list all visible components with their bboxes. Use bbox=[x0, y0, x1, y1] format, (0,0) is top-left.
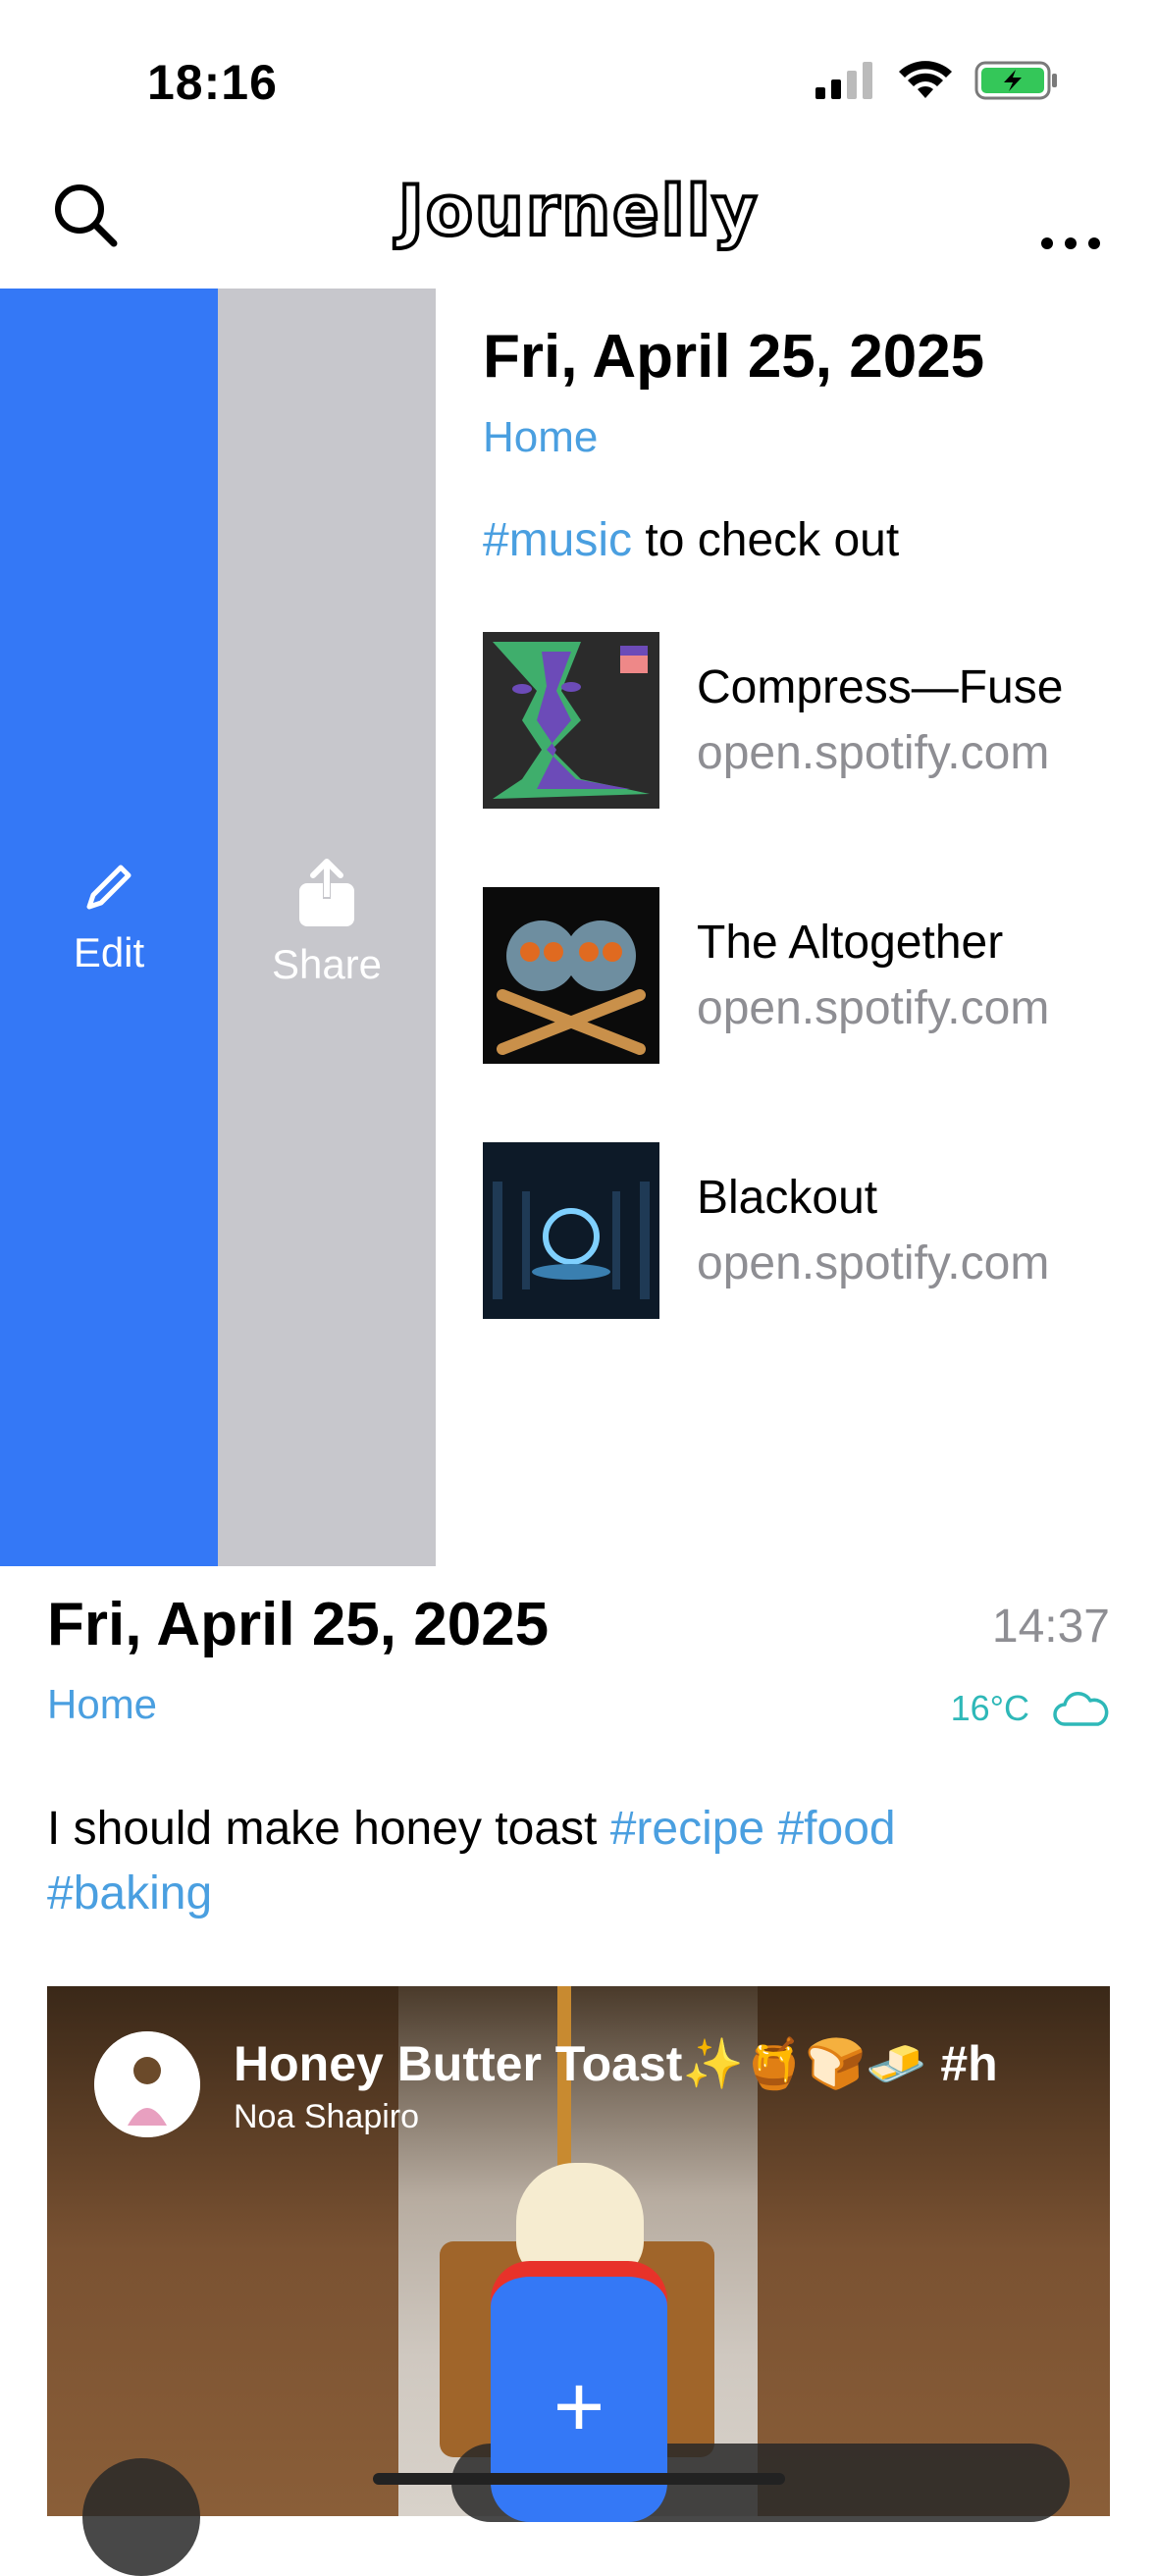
plus-icon: + bbox=[552, 2358, 605, 2456]
link-title: Compress—Fuse bbox=[697, 661, 1064, 713]
album-art-the-altogether bbox=[483, 887, 659, 1064]
entry-text: #music to check out bbox=[483, 513, 1131, 567]
hashtag-baking[interactable]: #baking bbox=[47, 1867, 212, 1919]
cellular-signal-icon bbox=[815, 62, 872, 99]
wifi-icon bbox=[899, 61, 952, 98]
entry-location[interactable]: Home bbox=[483, 413, 1131, 462]
journal-entry[interactable]: Fri, April 25, 2025 14:37 Home 16°C I sh… bbox=[47, 1590, 1110, 1926]
temperature: 16°C bbox=[950, 1688, 1029, 1728]
weather: 16°C bbox=[951, 1688, 1110, 1729]
link-url: open.spotify.com bbox=[697, 982, 1050, 1034]
entry-text-body: to check out bbox=[632, 514, 900, 566]
hashtag-food[interactable]: #food bbox=[777, 1803, 895, 1855]
entry-text: I should make honey toast #recipe #food #… bbox=[47, 1797, 1110, 1926]
share-icon bbox=[299, 859, 354, 926]
hashtag-music[interactable]: #music bbox=[483, 514, 632, 566]
pencil-icon bbox=[86, 865, 131, 910]
hashtag-recipe[interactable]: #recipe bbox=[610, 1803, 764, 1855]
avatar bbox=[94, 2031, 200, 2137]
link-preview[interactable]: Compress—Fuse open.spotify.com bbox=[483, 593, 1131, 848]
video-author: Noa Shapiro bbox=[234, 2098, 420, 2135]
entry-date: Fri, April 25, 2025 bbox=[47, 1591, 550, 1658]
more-icon[interactable] bbox=[1031, 177, 1110, 255]
link-preview[interactable]: The Altogether open.spotify.com bbox=[483, 848, 1131, 1103]
status-icons bbox=[815, 61, 1059, 100]
link-preview[interactable]: Blackout open.spotify.com bbox=[483, 1103, 1131, 1358]
edit-button[interactable]: Edit bbox=[0, 289, 218, 1566]
link-title: The Altogether bbox=[697, 917, 1004, 969]
battery-charging-icon bbox=[974, 61, 1057, 100]
entry-date: Fri, April 25, 2025 bbox=[483, 323, 985, 391]
share-label: Share bbox=[271, 941, 383, 987]
album-art-compress-fuse bbox=[483, 632, 659, 809]
entry-text-body: I should make honey toast bbox=[47, 1803, 610, 1855]
navbar: Journelly bbox=[0, 157, 1157, 289]
album-art-blackout bbox=[483, 1142, 659, 1319]
link-url: open.spotify.com bbox=[697, 727, 1050, 779]
app-title: Journelly bbox=[396, 169, 760, 253]
link-url: open.spotify.com bbox=[697, 1237, 1050, 1289]
ice-cream-image bbox=[516, 2163, 644, 2281]
status-time: 18:16 bbox=[147, 55, 278, 110]
share-button[interactable]: Share bbox=[218, 289, 436, 1566]
edit-label: Edit bbox=[73, 929, 145, 975]
cloud-icon bbox=[1053, 1692, 1109, 1726]
link-title: Blackout bbox=[697, 1172, 878, 1224]
play-button[interactable] bbox=[82, 2458, 200, 2576]
entry-time: 14:37 bbox=[991, 1601, 1110, 1653]
home-indicator bbox=[373, 2473, 785, 2485]
video-title: Honey Butter Toast✨🍯🍞🧈 #h bbox=[234, 2036, 998, 2091]
journal-entry[interactable]: Fri, April 25, 2025 Home #music to check… bbox=[483, 294, 1131, 1358]
status-bar: 18:16 bbox=[0, 0, 1157, 157]
